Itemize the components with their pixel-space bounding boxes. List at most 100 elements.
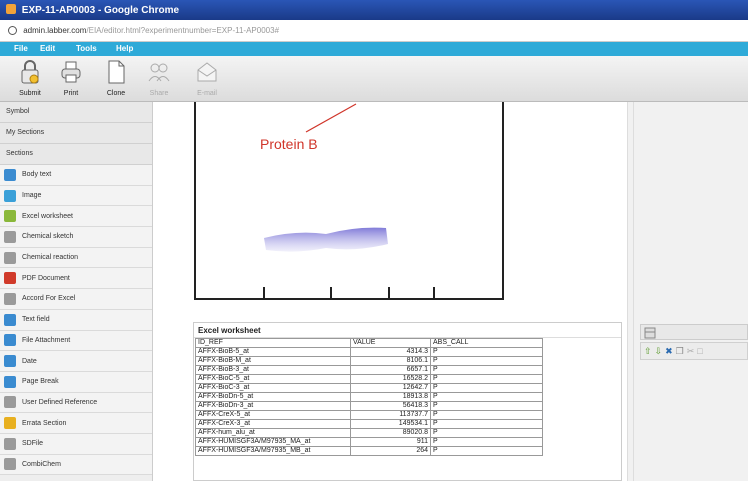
- sidebar-item-combichem[interactable]: CombiChem: [0, 454, 152, 476]
- sdfile-icon: [4, 437, 16, 450]
- worksheet-grid[interactable]: ID_REF VALUE ABS_CALL AFFX-BioB-5_at 4314…: [195, 338, 543, 456]
- clone-button[interactable]: Clone: [101, 59, 131, 97]
- menu-edit[interactable]: Edit: [40, 42, 55, 53]
- table-cell[interactable]: 6657.1: [350, 365, 431, 375]
- sidebar-header-sections[interactable]: Sections: [0, 144, 152, 165]
- email-button[interactable]: E-mail: [192, 59, 222, 97]
- email-envelope-icon: [197, 62, 217, 82]
- address-path: /EIA/editor.html?experimentnumber=EXP-11…: [86, 26, 280, 35]
- table-cell[interactable]: P: [430, 437, 543, 447]
- sidebar-item-file-attachment[interactable]: File Attachment: [0, 330, 152, 352]
- table-cell[interactable]: P: [430, 365, 543, 375]
- table-cell[interactable]: 4314.3: [350, 347, 431, 357]
- share-users-icon: [148, 63, 170, 82]
- sidebar-item-label: User Defined Reference: [22, 398, 98, 406]
- table-cell[interactable]: AFFX-BioC-5_at: [195, 374, 351, 384]
- table-cell[interactable]: AFFX-hum_alu_at: [195, 428, 351, 438]
- table-cell[interactable]: 89020.8: [350, 428, 431, 438]
- sidebar-header-my-sections[interactable]: My Sections: [0, 123, 152, 144]
- share-button[interactable]: Share: [144, 59, 174, 97]
- table-cell[interactable]: P: [430, 401, 543, 411]
- sidebar-item-user-reference[interactable]: User Defined Reference: [0, 392, 152, 414]
- protein-band: [264, 227, 388, 252]
- print-label: Print: [63, 90, 79, 97]
- table-cell[interactable]: 8106.1: [350, 356, 431, 366]
- table-cell[interactable]: AFFX-HUMISGF3A/M97935_MA_at: [195, 437, 351, 447]
- sidebar-item-errata[interactable]: Errata Section: [0, 413, 152, 434]
- printer-icon: [61, 61, 81, 83]
- column-header[interactable]: ID_REF: [195, 338, 351, 348]
- delete-icon[interactable]: ✖: [665, 346, 673, 356]
- table-cell[interactable]: AFFX-CreX-3_at: [195, 419, 351, 429]
- menu-file[interactable]: File: [14, 42, 28, 53]
- sidebar-item-sdfile[interactable]: SDFile: [0, 433, 152, 455]
- table-cell[interactable]: 18913.8: [350, 392, 431, 402]
- table-cell[interactable]: P: [430, 347, 543, 357]
- column-header[interactable]: ABS_CALL: [430, 338, 543, 348]
- body-text-icon: [4, 168, 16, 181]
- column-header[interactable]: VALUE: [350, 338, 431, 348]
- sidebar-item-pdf[interactable]: PDF Document: [0, 268, 152, 290]
- sidebar-item-accord-excel[interactable]: Accord For Excel: [0, 289, 152, 310]
- page-info-icon[interactable]: [8, 26, 17, 35]
- sidebar-item-body-text[interactable]: Body text: [0, 165, 152, 186]
- sidebar-item-chemical-reaction[interactable]: Chemical reaction: [0, 247, 152, 269]
- sidebar-item-excel[interactable]: Excel worksheet: [0, 206, 152, 228]
- copy-icon[interactable]: ❐: [676, 346, 684, 356]
- sidebar-item-label: Accord For Excel: [22, 295, 76, 303]
- excel-worksheet-section[interactable]: Excel worksheet ID_REF VALUE ABS_CALL AF…: [193, 322, 622, 481]
- address-bar[interactable]: admin.labber.com/EIA/editor.html?experim…: [0, 20, 748, 42]
- sidebar-header-symbol[interactable]: Symbol: [0, 102, 152, 123]
- move-up-icon[interactable]: ⇧: [644, 346, 652, 356]
- table-cell[interactable]: 911: [350, 437, 431, 447]
- table-cell[interactable]: P: [430, 446, 543, 456]
- table-cell[interactable]: AFFX-BioB-M_at: [195, 356, 351, 366]
- sidebar-item-label: Page Break: [22, 378, 59, 386]
- table-row: AFFX-BioB-M_at 8106.1 P: [195, 356, 543, 366]
- table-row: AFFX-HUMISGF3A/M97935_MB_at 264 P: [195, 446, 543, 456]
- sidebar-item-label: Errata Section: [22, 419, 67, 427]
- table-cell[interactable]: 264: [350, 446, 431, 456]
- cut-icon[interactable]: ✂: [687, 346, 695, 356]
- paste-icon[interactable]: □: [697, 346, 702, 356]
- gel-label: Protein B: [260, 136, 318, 152]
- text-field-icon: [4, 313, 16, 326]
- table-cell[interactable]: AFFX-CreX-5_at: [195, 410, 351, 420]
- table-cell[interactable]: AFFX-BioDn-3_at: [195, 401, 351, 411]
- table-cell[interactable]: 149534.1: [350, 419, 431, 429]
- table-cell[interactable]: P: [430, 410, 543, 420]
- table-row: AFFX-CreX-3_at 149534.1 P: [195, 419, 543, 429]
- table-cell[interactable]: P: [430, 383, 543, 393]
- right-panel: [627, 102, 748, 481]
- table-cell[interactable]: AFFX-HUMISGF3A/M97935_MB_at: [195, 446, 351, 456]
- print-button[interactable]: Print: [56, 59, 86, 97]
- table-cell[interactable]: AFFX-BioB-5_at: [195, 347, 351, 357]
- table-cell[interactable]: P: [430, 374, 543, 384]
- chemical-sketch-icon: [4, 230, 16, 243]
- table-cell[interactable]: AFFX-BioB-3_at: [195, 365, 351, 375]
- sidebar-item-date[interactable]: Date: [0, 351, 152, 372]
- sidebar-item-page-break[interactable]: Page Break: [0, 371, 152, 393]
- clone-label: Clone: [106, 90, 126, 97]
- table-header-row: ID_REF VALUE ABS_CALL: [195, 338, 543, 348]
- table-cell[interactable]: AFFX-BioC-3_at: [195, 383, 351, 393]
- table-cell[interactable]: 16528.2: [350, 374, 431, 384]
- table-cell[interactable]: P: [430, 419, 543, 429]
- sidebar-item-text-field[interactable]: Text field: [0, 309, 152, 331]
- gel-drawing: [263, 103, 435, 300]
- excel-icon: [4, 210, 16, 223]
- table-cell[interactable]: 113737.7: [350, 410, 431, 420]
- menu-help[interactable]: Help: [116, 42, 133, 53]
- table-cell[interactable]: P: [430, 392, 543, 402]
- table-cell[interactable]: P: [430, 428, 543, 438]
- sidebar-item-image[interactable]: Image: [0, 185, 152, 207]
- move-down-icon[interactable]: ⇩: [655, 346, 663, 356]
- menu-tools[interactable]: Tools: [76, 42, 97, 53]
- table-cell[interactable]: 56418.3: [350, 401, 431, 411]
- table-cell[interactable]: 12642.7: [350, 383, 431, 393]
- table-cell[interactable]: AFFX-BioDn-5_at: [195, 392, 351, 402]
- sidebar-item-chemical-sketch[interactable]: Chemical sketch: [0, 227, 152, 248]
- submit-button[interactable]: Submit: [15, 59, 45, 97]
- table-cell[interactable]: P: [430, 356, 543, 366]
- accord-excel-icon: [4, 292, 16, 305]
